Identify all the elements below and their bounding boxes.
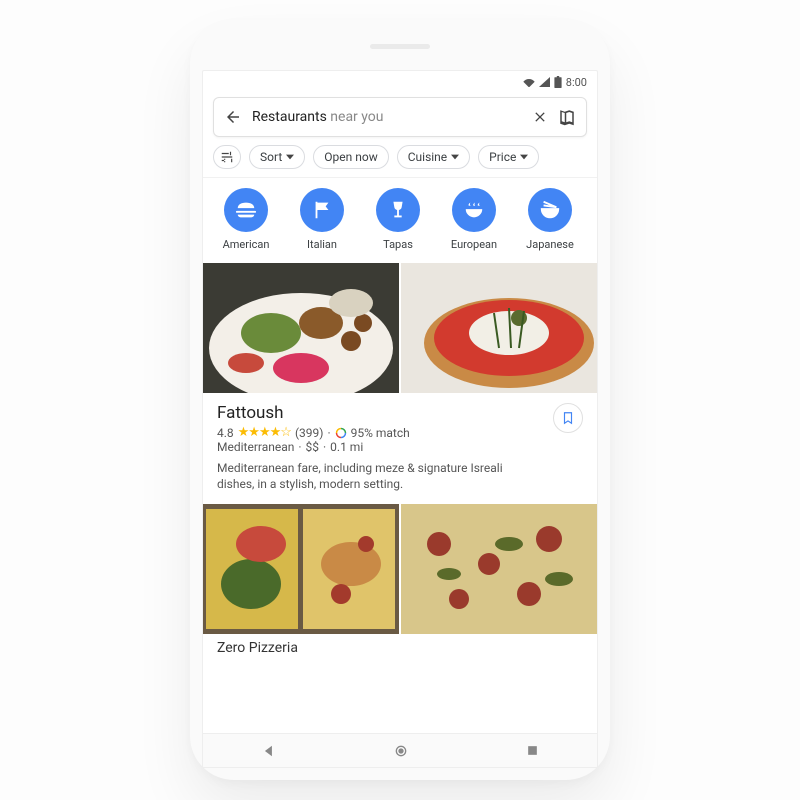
category-japanese[interactable]: Japanese: [519, 188, 581, 251]
photo-meze-plate[interactable]: [203, 263, 399, 393]
result-card-fattoush[interactable]: Fattoush 4.8 ★★★★☆ (399) · 95% match Med…: [203, 393, 597, 504]
category-label: Italian: [291, 238, 353, 251]
result-name: Fattoush: [217, 403, 583, 423]
chip-label: Open now: [324, 150, 377, 164]
category-row[interactable]: American Italian Tapas European: [203, 178, 597, 263]
back-arrow-icon[interactable]: [224, 108, 242, 126]
phone-frame: 8:00 Restaurants near you Sort: [190, 20, 610, 780]
google-match-icon: [335, 427, 347, 439]
category-label: European: [443, 238, 505, 251]
photo-bruschetta[interactable]: [401, 263, 597, 393]
photo-pizza-tray[interactable]: [203, 504, 399, 634]
result-photos[interactable]: [203, 263, 597, 393]
screen: 8:00 Restaurants near you Sort: [202, 70, 598, 768]
distance: 0.1 mi: [330, 440, 363, 454]
category-european[interactable]: European: [443, 188, 505, 251]
map-icon[interactable]: [558, 108, 576, 126]
dot-sep: ·: [298, 440, 301, 454]
status-bar: 8:00: [203, 71, 597, 91]
cuisine-type: Mediterranean: [217, 440, 294, 454]
search-bar[interactable]: Restaurants near you: [213, 97, 587, 137]
category-label: Japanese: [519, 238, 581, 251]
category-label: American: [215, 238, 277, 251]
price-range: $$: [306, 440, 320, 454]
battery-icon: [554, 76, 562, 88]
dot-sep: ·: [323, 440, 326, 454]
price-chip[interactable]: Price: [478, 145, 539, 169]
nav-home-icon[interactable]: [393, 743, 409, 759]
result-name-partial[interactable]: Zero Pizzeria: [203, 634, 597, 656]
result-rating-line: 4.8 ★★★★☆ (399) · 95% match: [217, 425, 583, 440]
result-info-line: Mediterranean · $$ · 0.1 mi: [217, 440, 583, 454]
nav-back-icon[interactable]: [262, 744, 276, 758]
status-clock: 8:00: [566, 76, 587, 89]
burger-icon: [224, 188, 268, 232]
category-american[interactable]: American: [215, 188, 277, 251]
result-description: Mediterranean fare, including meze & sig…: [217, 460, 537, 492]
nav-recent-icon[interactable]: [526, 744, 539, 757]
open-now-chip[interactable]: Open now: [313, 145, 388, 169]
match-percent: 95% match: [351, 426, 410, 440]
sort-chip[interactable]: Sort: [249, 145, 305, 169]
bowl-icon: [452, 188, 496, 232]
bookmark-button[interactable]: [553, 403, 583, 433]
category-italian[interactable]: Italian: [291, 188, 353, 251]
wifi-icon: [523, 77, 535, 87]
review-count: (399): [295, 426, 324, 440]
ramen-icon: [528, 188, 572, 232]
close-icon[interactable]: [532, 109, 548, 125]
category-label: Tapas: [367, 238, 429, 251]
chip-label: Price: [489, 150, 516, 164]
filter-row: Sort Open now Cuisine Price: [203, 143, 597, 178]
search-query[interactable]: Restaurants near you: [252, 109, 522, 125]
dot-sep: ·: [327, 426, 330, 440]
signal-icon: [539, 77, 550, 87]
cuisine-chip[interactable]: Cuisine: [397, 145, 470, 169]
result-photos[interactable]: [203, 504, 597, 634]
photo-pizza-top[interactable]: [401, 504, 597, 634]
search-query-sub: near you: [327, 109, 384, 125]
results-list[interactable]: Fattoush 4.8 ★★★★☆ (399) · 95% match Med…: [203, 263, 597, 733]
speaker-grill: [370, 44, 430, 49]
android-nav-bar: [203, 733, 597, 767]
category-tapas[interactable]: Tapas: [367, 188, 429, 251]
flag-icon: [300, 188, 344, 232]
stars-icon: ★★★★☆: [238, 425, 291, 440]
tune-chip[interactable]: [213, 145, 241, 169]
search-query-main: Restaurants: [252, 109, 327, 125]
rating-value: 4.8: [217, 426, 234, 440]
wine-icon: [376, 188, 420, 232]
chip-label: Sort: [260, 150, 282, 164]
chip-label: Cuisine: [408, 150, 447, 164]
